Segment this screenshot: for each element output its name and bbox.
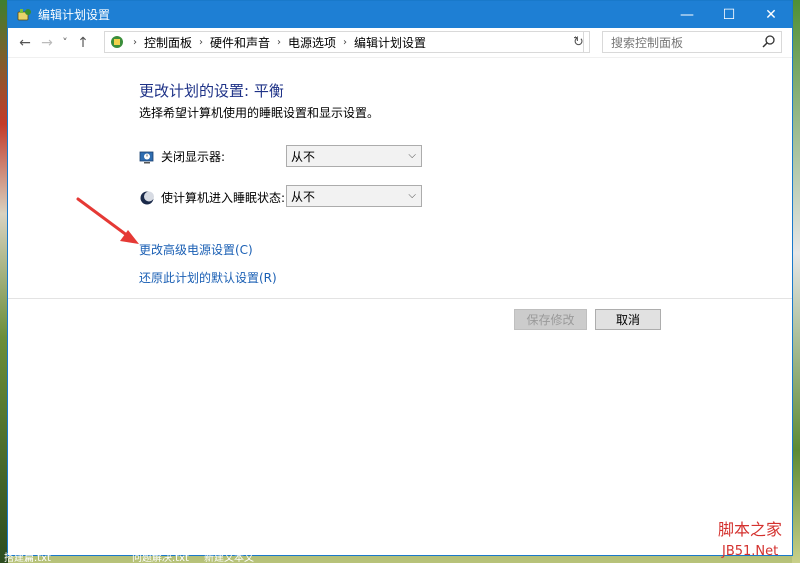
- control-panel-icon: [109, 34, 127, 50]
- address-bar-row: ← → ˅ ↑ › 控制面板 › 硬件和声音 › 电源选项 › 编辑计划设置 ˅…: [8, 28, 792, 58]
- breadcrumb-separator: ›: [199, 36, 204, 48]
- breadcrumb-power-options[interactable]: 电源选项: [288, 34, 336, 51]
- save-changes-button[interactable]: 保存修改: [514, 309, 587, 330]
- display-timeout-value: 从不: [291, 149, 316, 164]
- sleep-timeout-value: 从不: [291, 189, 316, 204]
- up-button[interactable]: ↑: [72, 31, 94, 55]
- refresh-button[interactable]: ↻: [568, 31, 590, 53]
- desktop-background-right: [792, 0, 800, 563]
- breadcrumb-edit-plan[interactable]: 编辑计划设置: [354, 34, 426, 51]
- display-timeout-label: 关闭显示器:: [161, 150, 226, 164]
- address-box[interactable]: › 控制面板 › 硬件和声音 › 电源选项 › 编辑计划设置 ˅: [104, 31, 584, 53]
- display-timeout-select[interactable]: 从不 ⌵: [286, 145, 422, 167]
- display-timer-icon: [139, 149, 155, 165]
- control-panel-window: 编辑计划设置 — ☐ ✕ ← → ˅ ↑ › 控制面板 › 硬件和声音 › 电源…: [7, 0, 793, 556]
- divider: [8, 298, 792, 299]
- title-bar[interactable]: 编辑计划设置 — ☐ ✕: [8, 1, 792, 28]
- sleep-timeout-label: 使计算机进入睡眠状态:: [161, 191, 286, 205]
- page-title: 更改计划的设置: 平衡: [139, 82, 284, 100]
- sleep-timeout-row: 使计算机进入睡眠状态:: [139, 189, 285, 206]
- breadcrumb-hardware-sound[interactable]: 硬件和声音: [210, 34, 270, 51]
- close-button[interactable]: ✕: [750, 1, 792, 28]
- advanced-power-settings-link[interactable]: 更改高级电源设置(C): [139, 241, 253, 258]
- watermark-text: 脚本之家: [718, 520, 783, 539]
- restore-defaults-link[interactable]: 还原此计划的默认设置(R): [139, 269, 277, 286]
- sleep-moon-icon: [139, 190, 155, 206]
- breadcrumb-separator: ›: [343, 36, 348, 48]
- back-button[interactable]: ←: [14, 31, 36, 55]
- chevron-down-icon: ⌵: [408, 190, 416, 201]
- power-options-icon: [16, 7, 32, 23]
- watermark-domain: JB51.Net: [722, 544, 779, 559]
- forward-button[interactable]: →: [36, 31, 58, 55]
- cancel-button[interactable]: 取消: [595, 309, 661, 330]
- search-icon[interactable]: [761, 34, 777, 50]
- taskbar-item[interactable]: 问题解决.txt: [132, 549, 189, 563]
- taskbar-item[interactable]: 搭建篇.txt: [4, 549, 51, 563]
- breadcrumb-separator: ›: [277, 36, 282, 48]
- window-title: 编辑计划设置: [38, 8, 111, 22]
- breadcrumb-separator: ›: [133, 36, 137, 48]
- breadcrumb-control-panel[interactable]: 控制面板: [144, 34, 192, 51]
- chevron-down-icon: ⌵: [408, 150, 416, 161]
- page-subtitle: 选择希望计算机使用的睡眠设置和显示设置。: [139, 106, 380, 120]
- search-input[interactable]: 搜索控制面板: [602, 31, 782, 53]
- taskbar-item[interactable]: 新建文本文: [204, 549, 254, 563]
- maximize-button[interactable]: ☐: [708, 1, 750, 28]
- recent-locations-button[interactable]: ˅: [58, 31, 72, 55]
- search-placeholder: 搜索控制面板: [611, 35, 684, 50]
- minimize-button[interactable]: —: [666, 1, 708, 28]
- display-timeout-row: 关闭显示器:: [139, 148, 225, 165]
- main-content: 更改计划的设置: 平衡 选择希望计算机使用的睡眠设置和显示设置。 关闭显示器: …: [8, 59, 792, 555]
- sleep-timeout-select[interactable]: 从不 ⌵: [286, 185, 422, 207]
